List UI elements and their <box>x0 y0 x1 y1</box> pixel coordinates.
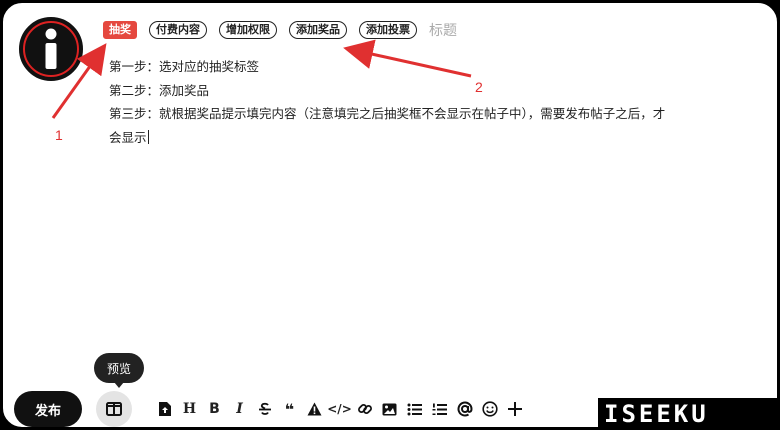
annotation-label-2: 2 <box>475 79 483 95</box>
link-button[interactable] <box>352 394 377 424</box>
content-line: 第三步：就根据奖品提示填完内容（注意填完之后抽奖框不会显示在帖子中），需要发布帖… <box>109 106 666 121</box>
post-type-tags: 抽奖 付费内容 增加权限 添加奖品 添加投票 标题 <box>103 20 457 40</box>
strikethrough-button[interactable] <box>252 394 277 424</box>
title-input[interactable]: 标题 <box>429 20 457 40</box>
warning-icon <box>307 402 322 416</box>
content-line: 会显示 <box>109 129 149 145</box>
at-mention-icon <box>457 401 473 417</box>
publish-button[interactable]: 发布 <box>14 391 82 427</box>
strikethrough-icon <box>258 402 271 415</box>
numbered-list-button[interactable] <box>427 394 452 424</box>
link-icon <box>357 404 372 414</box>
italic-button[interactable]: I <box>227 394 252 424</box>
annotation-label-1: 1 <box>55 127 63 143</box>
code-button[interactable]: </> <box>327 394 352 424</box>
preview-tooltip: 预览 <box>94 353 144 388</box>
emoji-icon <box>481 401 498 417</box>
plus-icon <box>507 402 522 416</box>
bold-button[interactable]: B <box>202 394 227 424</box>
numbered-list-icon <box>432 403 447 415</box>
tag-add-prize[interactable]: 添加奖品 <box>289 21 347 39</box>
preview-button[interactable] <box>96 391 132 427</box>
tag-add-permission[interactable]: 增加权限 <box>219 21 277 39</box>
upload-button[interactable] <box>152 394 177 424</box>
emoji-button[interactable] <box>477 394 502 424</box>
quote-button[interactable]: ❝ <box>277 394 302 424</box>
format-tools: H B I ❝ </> <box>152 394 527 424</box>
split-view-icon <box>106 402 122 416</box>
info-icon <box>23 21 79 77</box>
mention-button[interactable] <box>452 394 477 424</box>
add-more-button[interactable] <box>502 394 527 424</box>
heading-button[interactable]: H <box>177 394 202 424</box>
editor-window: 抽奖 付费内容 增加权限 添加奖品 添加投票 标题 第一步：选对应的抽奖标签 第… <box>0 0 780 430</box>
image-icon <box>382 403 397 415</box>
upload-file-icon <box>158 402 171 416</box>
warning-button[interactable] <box>302 394 327 424</box>
tag-paid-content[interactable]: 付费内容 <box>149 21 207 39</box>
text-caret <box>147 129 149 144</box>
tag-lottery[interactable]: 抽奖 <box>103 21 137 39</box>
editor-content[interactable]: 第一步：选对应的抽奖标签 第二步：添加奖品 第三步：就根据奖品提示填完内容（注意… <box>109 55 777 149</box>
content-line: 第二步：添加奖品 <box>109 82 210 98</box>
content-line: 第一步：选对应的抽奖标签 <box>109 59 260 74</box>
avatar[interactable] <box>19 17 83 81</box>
bullet-list-icon <box>407 403 422 415</box>
tag-add-vote[interactable]: 添加投票 <box>359 21 417 39</box>
bullet-list-button[interactable] <box>402 394 427 424</box>
watermark-logo: ISEEKU <box>598 398 780 430</box>
image-button[interactable] <box>377 394 402 424</box>
